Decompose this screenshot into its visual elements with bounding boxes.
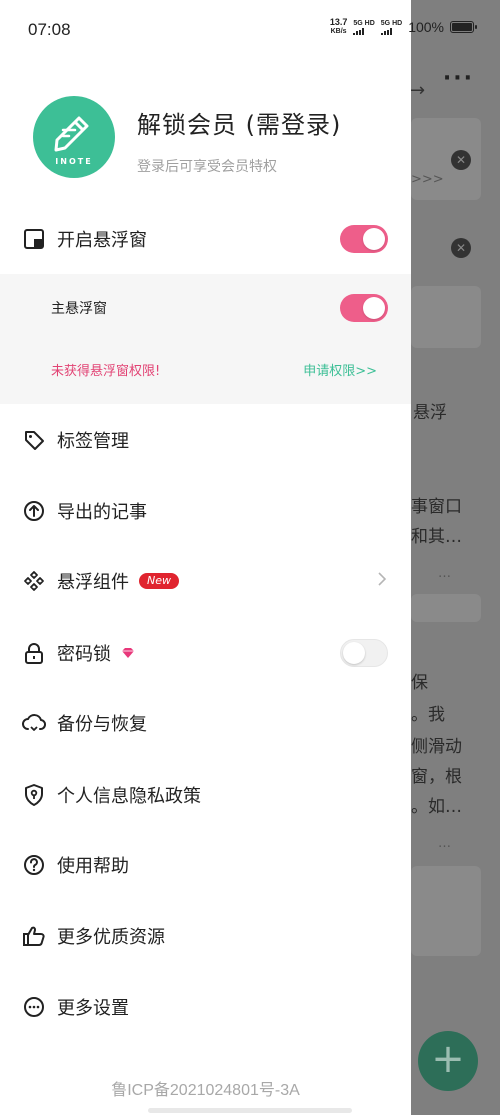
status-bar: 07:08 13.7 KB/s 5G HD 5G HD 100% [0,0,500,60]
bg-close-icon: ✕ [451,150,471,170]
tag-icon [22,428,46,452]
profile-header[interactable]: INOTE 解锁会员 (需登录) 登录后可享受会员特权 [33,96,341,178]
more-horizontal-icon [22,995,46,1019]
network-speed-unit: KB/s [330,28,347,35]
bg-text: 。我 [411,705,445,725]
avatar-logo-text: INOTE [55,157,93,166]
avatar[interactable]: INOTE [33,96,115,178]
signal-icon: 5G HD [353,19,375,35]
bg-text: 保 [411,673,428,693]
bg-text: … [438,836,451,851]
bg-text: 事窗口 [411,497,462,517]
bg-card [411,286,481,348]
cloud-sync-icon [22,711,46,735]
menu-item-label: 更多设置 [57,998,129,1019]
side-drawer: INOTE 解锁会员 (需登录) 登录后可享受会员特权 开启悬浮窗 主悬浮窗 未… [0,0,411,1115]
menu-item-more-resources[interactable]: 更多优质资源 [0,901,411,971]
permission-warning: 未获得悬浮窗权限! [51,364,161,379]
menu-item-label: 个人信息隐私政策 [57,786,201,807]
bg-text: 窗，根 [411,767,462,787]
bg-close-icon: ✕ [451,238,471,258]
menu-item-password-lock[interactable]: 密码锁 [0,618,411,688]
home-indicator[interactable] [148,1108,352,1113]
menu-item-more-settings[interactable]: 更多设置 [0,972,411,1042]
network-speed-value: 13.7 [329,17,348,27]
menu-item-widgets[interactable]: 悬浮组件 New [0,546,411,616]
menu-item-label: 备份与恢复 [57,714,147,735]
menu-item-label: 导出的记事 [57,502,147,523]
menu-item-help[interactable]: 使用帮助 [0,830,411,900]
menu-item-privacy[interactable]: 个人信息隐私政策 [0,760,411,830]
float-window-icon [22,227,46,251]
menu-item-label: 开启悬浮窗 [57,230,147,251]
main-float-label: 主悬浮窗 [51,301,107,317]
help-icon [22,853,46,877]
signal-icon: 5G HD [380,19,403,35]
password-lock-toggle[interactable] [340,639,388,667]
menu-item-tags[interactable]: 标签管理 [0,405,411,475]
bg-text: 和其… [411,527,462,547]
menu-item-label: 标签管理 [57,431,129,452]
menu-item-backup[interactable]: 备份与恢复 [0,688,411,758]
menu-item-label: 更多优质资源 [57,927,165,948]
main-float-toggle[interactable] [340,294,388,322]
profile-title[interactable]: 解锁会员 (需登录) [137,105,341,140]
float-window-toggle[interactable] [340,225,388,253]
bg-card [411,594,481,622]
menu-item-label: 使用帮助 [57,856,129,877]
chevron-right-icon [377,571,387,591]
status-icons: 13.7 KB/s 5G HD 5G HD 100% [330,18,477,36]
status-time: 07:08 [28,20,71,39]
sim1-label: 5G HD [353,19,375,27]
bg-back-arrow-icon: → [410,80,426,101]
pencil-note-icon [54,116,89,152]
icp-footer[interactable]: 鲁ICP备2021024801号-3A [0,1076,411,1100]
menu-item-label: 悬浮组件 [57,572,129,593]
battery-icon [450,21,477,33]
shield-icon [22,783,46,807]
upload-icon [22,499,46,523]
network-speed: 13.7 KB/s [330,18,348,36]
bg-text: 侧滑动 [411,737,462,757]
bg-text: … [438,566,451,581]
sim2-label: 5G HD [380,19,403,27]
bg-more-icon: ··· [442,66,474,91]
bg-text: 。如… [411,797,462,817]
bg-card [411,866,481,956]
menu-item-float-window[interactable]: 开启悬浮窗 [0,204,411,274]
bg-add-fab: + [418,1031,478,1091]
bg-text: >>> [411,172,444,187]
widget-diamond-icon [22,569,46,593]
new-badge: New [139,573,179,589]
vip-gem-icon [121,644,135,663]
menu-item-label: 密码锁 [57,644,111,665]
apply-permission-link[interactable]: 申请权限>> [303,360,377,379]
thumbs-up-icon [22,924,46,948]
bg-text: 悬浮 [413,403,447,423]
menu-item-export[interactable]: 导出的记事 [0,476,411,546]
profile-subtitle: 登录后可享受会员特权 [137,159,277,175]
battery-percent: 100% [408,19,444,35]
lock-icon [22,641,46,665]
